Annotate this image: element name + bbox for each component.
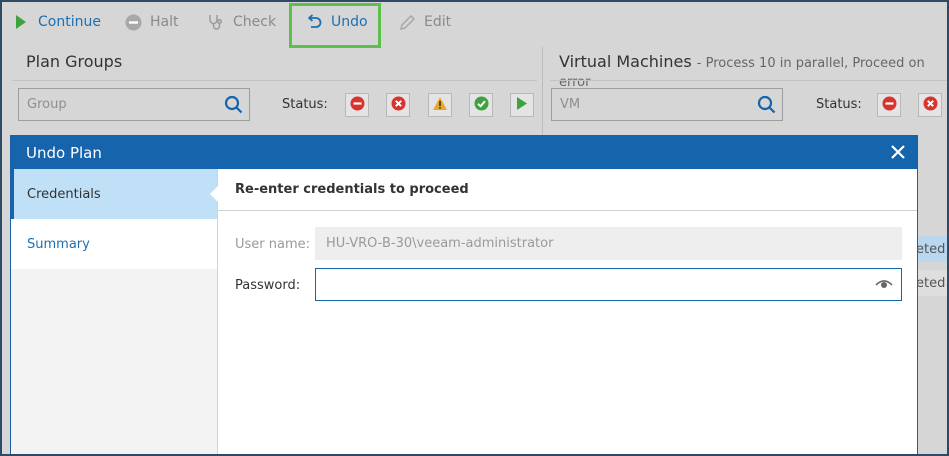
wizard-nav: Credentials Summary bbox=[11, 169, 218, 454]
play-status-icon bbox=[516, 96, 528, 115]
undo-plan-dialog: Undo Plan Credentials Summary Re-enter c… bbox=[10, 135, 918, 454]
pencil-icon bbox=[398, 13, 416, 31]
status-halted-filter[interactable] bbox=[345, 93, 369, 117]
continue-button[interactable]: Continue bbox=[12, 8, 101, 36]
status-failed-filter[interactable] bbox=[386, 93, 410, 117]
vm-row[interactable]: eted bbox=[914, 270, 947, 296]
undo-highlight-box bbox=[289, 3, 381, 48]
halt-icon bbox=[124, 13, 142, 31]
nav-item-credentials[interactable]: Credentials bbox=[11, 169, 218, 219]
check-button[interactable]: Check bbox=[207, 8, 276, 36]
status-success-filter[interactable] bbox=[469, 93, 493, 117]
virtual-machines-title: Virtual Machines - Process 10 in paralle… bbox=[559, 52, 947, 90]
username-value: HU-VRO-B-30\veeam-administrator bbox=[326, 236, 554, 251]
nav-item-summary[interactable]: Summary bbox=[11, 219, 217, 269]
success-status-icon bbox=[474, 96, 489, 115]
search-icon[interactable] bbox=[224, 95, 243, 118]
password-field[interactable] bbox=[315, 268, 902, 301]
dialog-header: Undo Plan bbox=[11, 136, 917, 169]
toolbar: Continue Halt Check Undo Edit bbox=[2, 2, 947, 44]
nav-item-label: Credentials bbox=[27, 186, 101, 202]
vm-pane-divider bbox=[550, 80, 947, 81]
pane-divider bbox=[12, 80, 537, 81]
vm-title-text: Virtual Machines bbox=[559, 52, 692, 71]
app-window: Continue Halt Check Undo Edit Plan Group… bbox=[0, 0, 949, 456]
edit-button[interactable]: Edit bbox=[398, 8, 451, 36]
vm-status-label: Status: bbox=[816, 97, 862, 112]
vm-status-failed-filter[interactable] bbox=[918, 93, 942, 117]
group-search-placeholder: Group bbox=[27, 97, 67, 112]
halt-label: Halt bbox=[150, 14, 179, 30]
status-label: Status: bbox=[282, 97, 328, 112]
username-label: User name: bbox=[235, 237, 311, 252]
plan-groups-title: Plan Groups bbox=[26, 52, 123, 71]
eye-icon[interactable] bbox=[875, 278, 893, 294]
nav-item-label: Summary bbox=[27, 236, 90, 252]
play-icon bbox=[12, 13, 30, 31]
vm-search-input[interactable]: VM bbox=[551, 88, 783, 121]
password-label: Password: bbox=[235, 278, 301, 293]
status-running-filter[interactable] bbox=[510, 93, 534, 117]
check-label: Check bbox=[233, 14, 277, 30]
halt-button[interactable]: Halt bbox=[124, 8, 179, 36]
wizard-content: Re-enter credentials to proceed User nam… bbox=[218, 169, 917, 454]
group-search-input[interactable]: Group bbox=[18, 88, 250, 121]
search-icon[interactable] bbox=[757, 95, 776, 118]
step-title: Re-enter credentials to proceed bbox=[218, 169, 917, 211]
pane-splitter[interactable] bbox=[542, 47, 543, 137]
username-field: HU-VRO-B-30\veeam-administrator bbox=[315, 227, 902, 260]
edit-label: Edit bbox=[424, 14, 452, 30]
continue-label: Continue bbox=[38, 14, 101, 30]
error-status-icon bbox=[391, 96, 406, 115]
halt-status-icon bbox=[350, 96, 365, 115]
vm-row[interactable]: eted bbox=[914, 236, 947, 262]
halt-status-icon bbox=[882, 96, 897, 115]
vm-search-placeholder: VM bbox=[560, 97, 581, 112]
warning-status-icon bbox=[432, 96, 448, 115]
stethoscope-icon bbox=[207, 13, 225, 31]
vm-status-halted-filter[interactable] bbox=[877, 93, 901, 117]
error-status-icon bbox=[923, 96, 938, 115]
status-warning-filter[interactable] bbox=[428, 93, 452, 117]
close-icon[interactable] bbox=[889, 143, 907, 161]
dialog-title: Undo Plan bbox=[26, 143, 102, 162]
